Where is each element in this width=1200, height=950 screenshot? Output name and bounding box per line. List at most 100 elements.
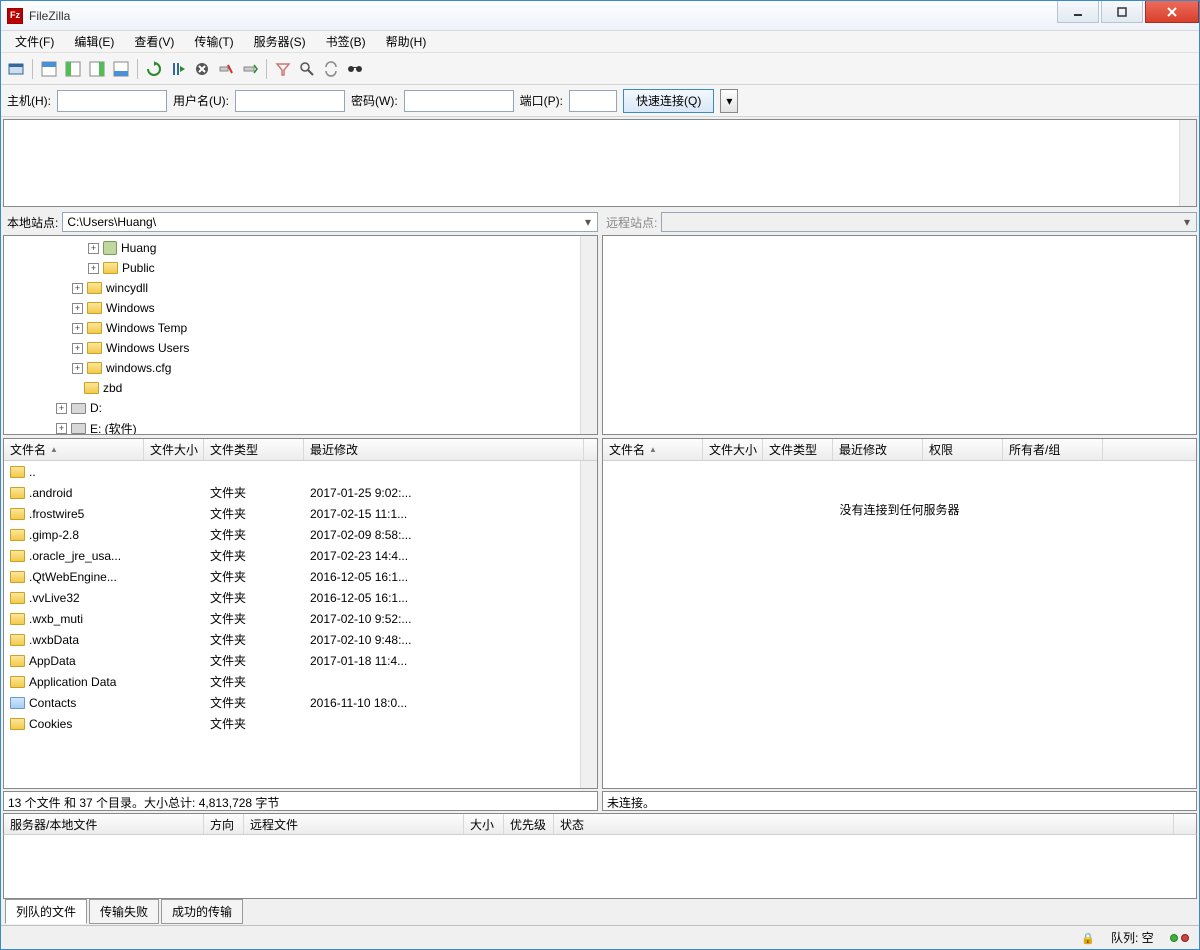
toggle-log-icon[interactable] — [38, 58, 60, 80]
menu-edit[interactable]: 编辑(E) — [64, 31, 124, 52]
tab-failed[interactable]: 传输失败 — [89, 899, 159, 924]
username-input[interactable] — [235, 90, 345, 112]
column-header[interactable]: 最近修改 — [304, 439, 584, 460]
led-green-icon — [1170, 934, 1178, 942]
disconnect-icon[interactable] — [215, 58, 237, 80]
close-button[interactable] — [1145, 1, 1199, 23]
local-path-combo[interactable]: C:\Users\Huang\ ▾ — [62, 212, 598, 232]
file-row[interactable]: .. — [4, 461, 597, 482]
column-header[interactable]: 文件名▲ — [4, 439, 144, 460]
column-header[interactable]: 文件类型 — [763, 439, 833, 460]
expand-icon[interactable]: + — [88, 243, 99, 254]
process-queue-icon[interactable] — [167, 58, 189, 80]
quickconnect-button[interactable]: 快速连接(Q) — [623, 89, 714, 113]
menu-view[interactable]: 查看(V) — [124, 31, 184, 52]
log-scrollbar[interactable] — [1179, 120, 1196, 206]
refresh-icon[interactable] — [143, 58, 165, 80]
app-window: FileZilla 文件(F) 编辑(E) 查看(V) 传输(T) 服务器(S)… — [0, 0, 1200, 950]
minimize-button[interactable] — [1057, 1, 1099, 23]
tab-success[interactable]: 成功的传输 — [161, 899, 243, 924]
column-header[interactable]: 文件名▲ — [603, 439, 703, 460]
file-row[interactable]: .wxbData文件夹2017-02-10 9:48:... — [4, 629, 597, 650]
column-header[interactable]: 优先级 — [504, 814, 554, 834]
file-row[interactable]: .frostwire5文件夹2017-02-15 11:1... — [4, 503, 597, 524]
expand-icon[interactable]: + — [72, 283, 83, 294]
column-header[interactable]: 文件大小 — [144, 439, 204, 460]
expand-icon[interactable]: + — [88, 263, 99, 274]
tab-queued[interactable]: 列队的文件 — [5, 899, 87, 924]
column-header[interactable]: 服务器/本地文件 — [4, 814, 204, 834]
tree-scrollbar[interactable] — [580, 236, 597, 434]
folder-icon — [10, 634, 25, 646]
file-row[interactable]: .wxb_muti文件夹2017-02-10 9:52:... — [4, 608, 597, 629]
chevron-down-icon[interactable]: ▾ — [581, 215, 595, 229]
remote-file-list[interactable]: 文件名▲文件大小文件类型最近修改权限所有者/组 没有连接到任何服务器 — [602, 438, 1197, 789]
menu-server[interactable]: 服务器(S) — [244, 31, 316, 52]
tree-item[interactable]: +Windows — [4, 298, 597, 318]
expand-icon[interactable]: + — [72, 363, 83, 374]
menu-transfer[interactable]: 传输(T) — [184, 31, 243, 52]
file-row[interactable]: .gimp-2.8文件夹2017-02-09 8:58:... — [4, 524, 597, 545]
expand-icon[interactable]: + — [72, 343, 83, 354]
remote-path-combo: ▾ — [661, 212, 1197, 232]
file-row[interactable]: AppData文件夹2017-01-18 11:4... — [4, 650, 597, 671]
column-header[interactable]: 远程文件 — [244, 814, 464, 834]
site-manager-icon[interactable] — [5, 58, 27, 80]
toggle-queue-icon[interactable] — [110, 58, 132, 80]
tree-item[interactable]: +E: (软件) — [4, 418, 597, 435]
column-header[interactable]: 文件类型 — [204, 439, 304, 460]
column-header[interactable]: 所有者/组 — [1003, 439, 1103, 460]
file-row[interactable]: .QtWebEngine...文件夹2016-12-05 16:1... — [4, 566, 597, 587]
column-header[interactable]: 大小 — [464, 814, 504, 834]
file-name: .wxb_muti — [29, 612, 83, 626]
tree-item[interactable]: +Windows Temp — [4, 318, 597, 338]
file-row[interactable]: Cookies文件夹 — [4, 713, 597, 734]
column-header[interactable]: 最近修改 — [833, 439, 923, 460]
toggle-local-tree-icon[interactable] — [62, 58, 84, 80]
file-name: .android — [29, 486, 72, 500]
search-icon[interactable] — [344, 58, 366, 80]
expand-icon[interactable]: + — [56, 423, 67, 434]
expand-icon[interactable]: + — [72, 303, 83, 314]
tree-item[interactable]: zbd — [4, 378, 597, 398]
tree-item[interactable]: +Public — [4, 258, 597, 278]
tree-item[interactable]: +wincydll — [4, 278, 597, 298]
expand-icon[interactable]: + — [72, 323, 83, 334]
reconnect-icon[interactable] — [239, 58, 261, 80]
file-row[interactable]: .vvLive32文件夹2016-12-05 16:1... — [4, 587, 597, 608]
filter-icon[interactable] — [272, 58, 294, 80]
list-scrollbar[interactable] — [580, 461, 597, 788]
compare-icon[interactable] — [296, 58, 318, 80]
file-row[interactable]: Application Data文件夹 — [4, 671, 597, 692]
remote-tree[interactable] — [602, 235, 1197, 435]
menu-bookmarks[interactable]: 书签(B) — [316, 31, 376, 52]
file-row[interactable]: .oracle_jre_usa...文件夹2017-02-23 14:4... — [4, 545, 597, 566]
queue-tabs: 列队的文件 传输失败 成功的传输 — [3, 899, 1197, 923]
tree-item[interactable]: +Huang — [4, 238, 597, 258]
toggle-remote-tree-icon[interactable] — [86, 58, 108, 80]
tree-item[interactable]: +D: — [4, 398, 597, 418]
host-input[interactable] — [57, 90, 167, 112]
column-header[interactable]: 文件大小 — [703, 439, 763, 460]
quickconnect-dropdown[interactable]: ▾ — [720, 89, 738, 113]
message-log[interactable] — [3, 119, 1197, 207]
cancel-icon[interactable] — [191, 58, 213, 80]
transfer-body[interactable] — [3, 835, 1197, 899]
port-input[interactable] — [569, 90, 617, 112]
tree-item[interactable]: +windows.cfg — [4, 358, 597, 378]
file-row[interactable]: Contacts文件夹2016-11-10 18:0... — [4, 692, 597, 713]
file-row[interactable]: .android文件夹2017-01-25 9:02:... — [4, 482, 597, 503]
column-header[interactable]: 方向 — [204, 814, 244, 834]
menu-help[interactable]: 帮助(H) — [376, 31, 437, 52]
maximize-button[interactable] — [1101, 1, 1143, 23]
local-file-list[interactable]: 文件名▲文件大小文件类型最近修改 ...android文件夹2017-01-25… — [3, 438, 598, 789]
local-tree[interactable]: +Huang+Public+wincydll+Windows+Windows T… — [3, 235, 598, 435]
column-header[interactable]: 状态 — [554, 814, 1174, 834]
sync-browse-icon[interactable] — [320, 58, 342, 80]
expand-icon[interactable]: + — [56, 403, 67, 414]
local-list-body[interactable]: ...android文件夹2017-01-25 9:02:....frostwi… — [4, 461, 597, 788]
password-input[interactable] — [404, 90, 514, 112]
tree-item[interactable]: +Windows Users — [4, 338, 597, 358]
column-header[interactable]: 权限 — [923, 439, 1003, 460]
menu-file[interactable]: 文件(F) — [5, 31, 64, 52]
